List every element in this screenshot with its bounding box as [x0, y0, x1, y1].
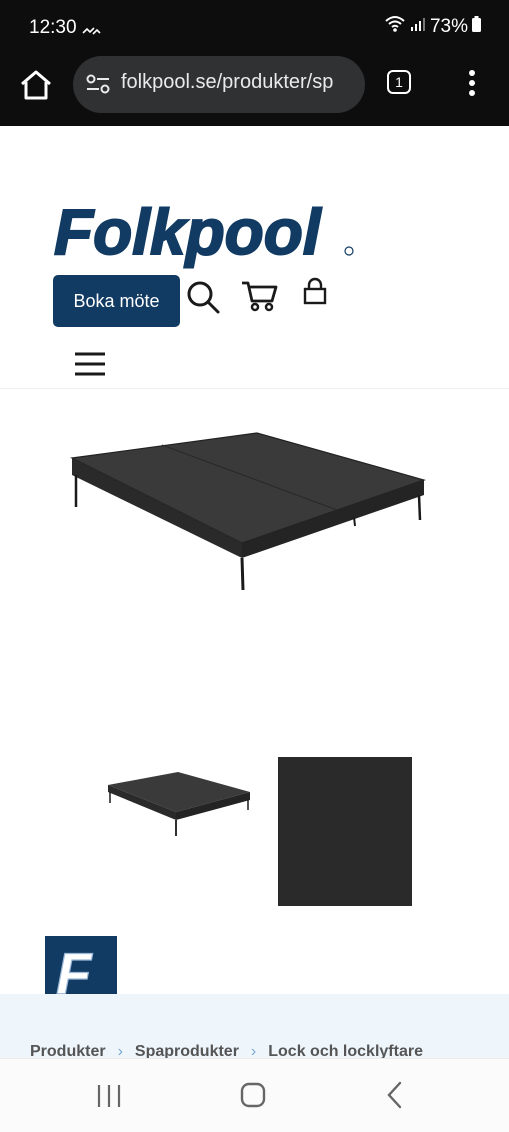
- tabs-icon[interactable]: 1: [387, 70, 411, 94]
- thumbnail-fabric-swatch[interactable]: [278, 757, 412, 906]
- browser-toolbar: folkpool.se/produkter/sp 1: [0, 56, 509, 126]
- address-bar[interactable]: folkpool.se/produkter/sp: [73, 56, 365, 113]
- battery-icon: [472, 16, 481, 38]
- recents-icon[interactable]: [95, 1083, 123, 1114]
- url-text[interactable]: folkpool.se/produkter/sp: [121, 71, 357, 94]
- signal-icon: [410, 16, 426, 38]
- battery-percent: 73%: [429, 16, 468, 37]
- home-nav-icon[interactable]: [240, 1082, 266, 1113]
- thumbnail-spa-cover[interactable]: [100, 768, 256, 847]
- search-icon[interactable]: [186, 280, 222, 321]
- site-settings-icon[interactable]: [85, 74, 111, 99]
- product-main-image[interactable]: [62, 425, 432, 605]
- status-bar: 12:30 73%: [0, 0, 509, 56]
- header-divider: [0, 388, 509, 389]
- logo-text: Folkpool: [54, 196, 322, 268]
- book-meeting-button[interactable]: Boka möte: [53, 275, 180, 327]
- missed-call-icon: [82, 23, 102, 41]
- home-icon[interactable]: [18, 68, 54, 102]
- hamburger-menu-icon[interactable]: [73, 349, 107, 379]
- folkpool-logo[interactable]: Folkpool: [52, 195, 356, 277]
- back-icon[interactable]: [385, 1081, 405, 1114]
- system-nav-bar: [0, 1058, 509, 1132]
- wifi-icon: [384, 15, 406, 39]
- more-menu-icon[interactable]: [465, 68, 479, 100]
- cart-icon[interactable]: [240, 279, 280, 318]
- lock-icon[interactable]: [303, 276, 327, 311]
- breadcrumb-band: Produkter › Spaprodukter › Lock och lock…: [0, 994, 509, 1060]
- status-time: 12:30: [29, 17, 77, 38]
